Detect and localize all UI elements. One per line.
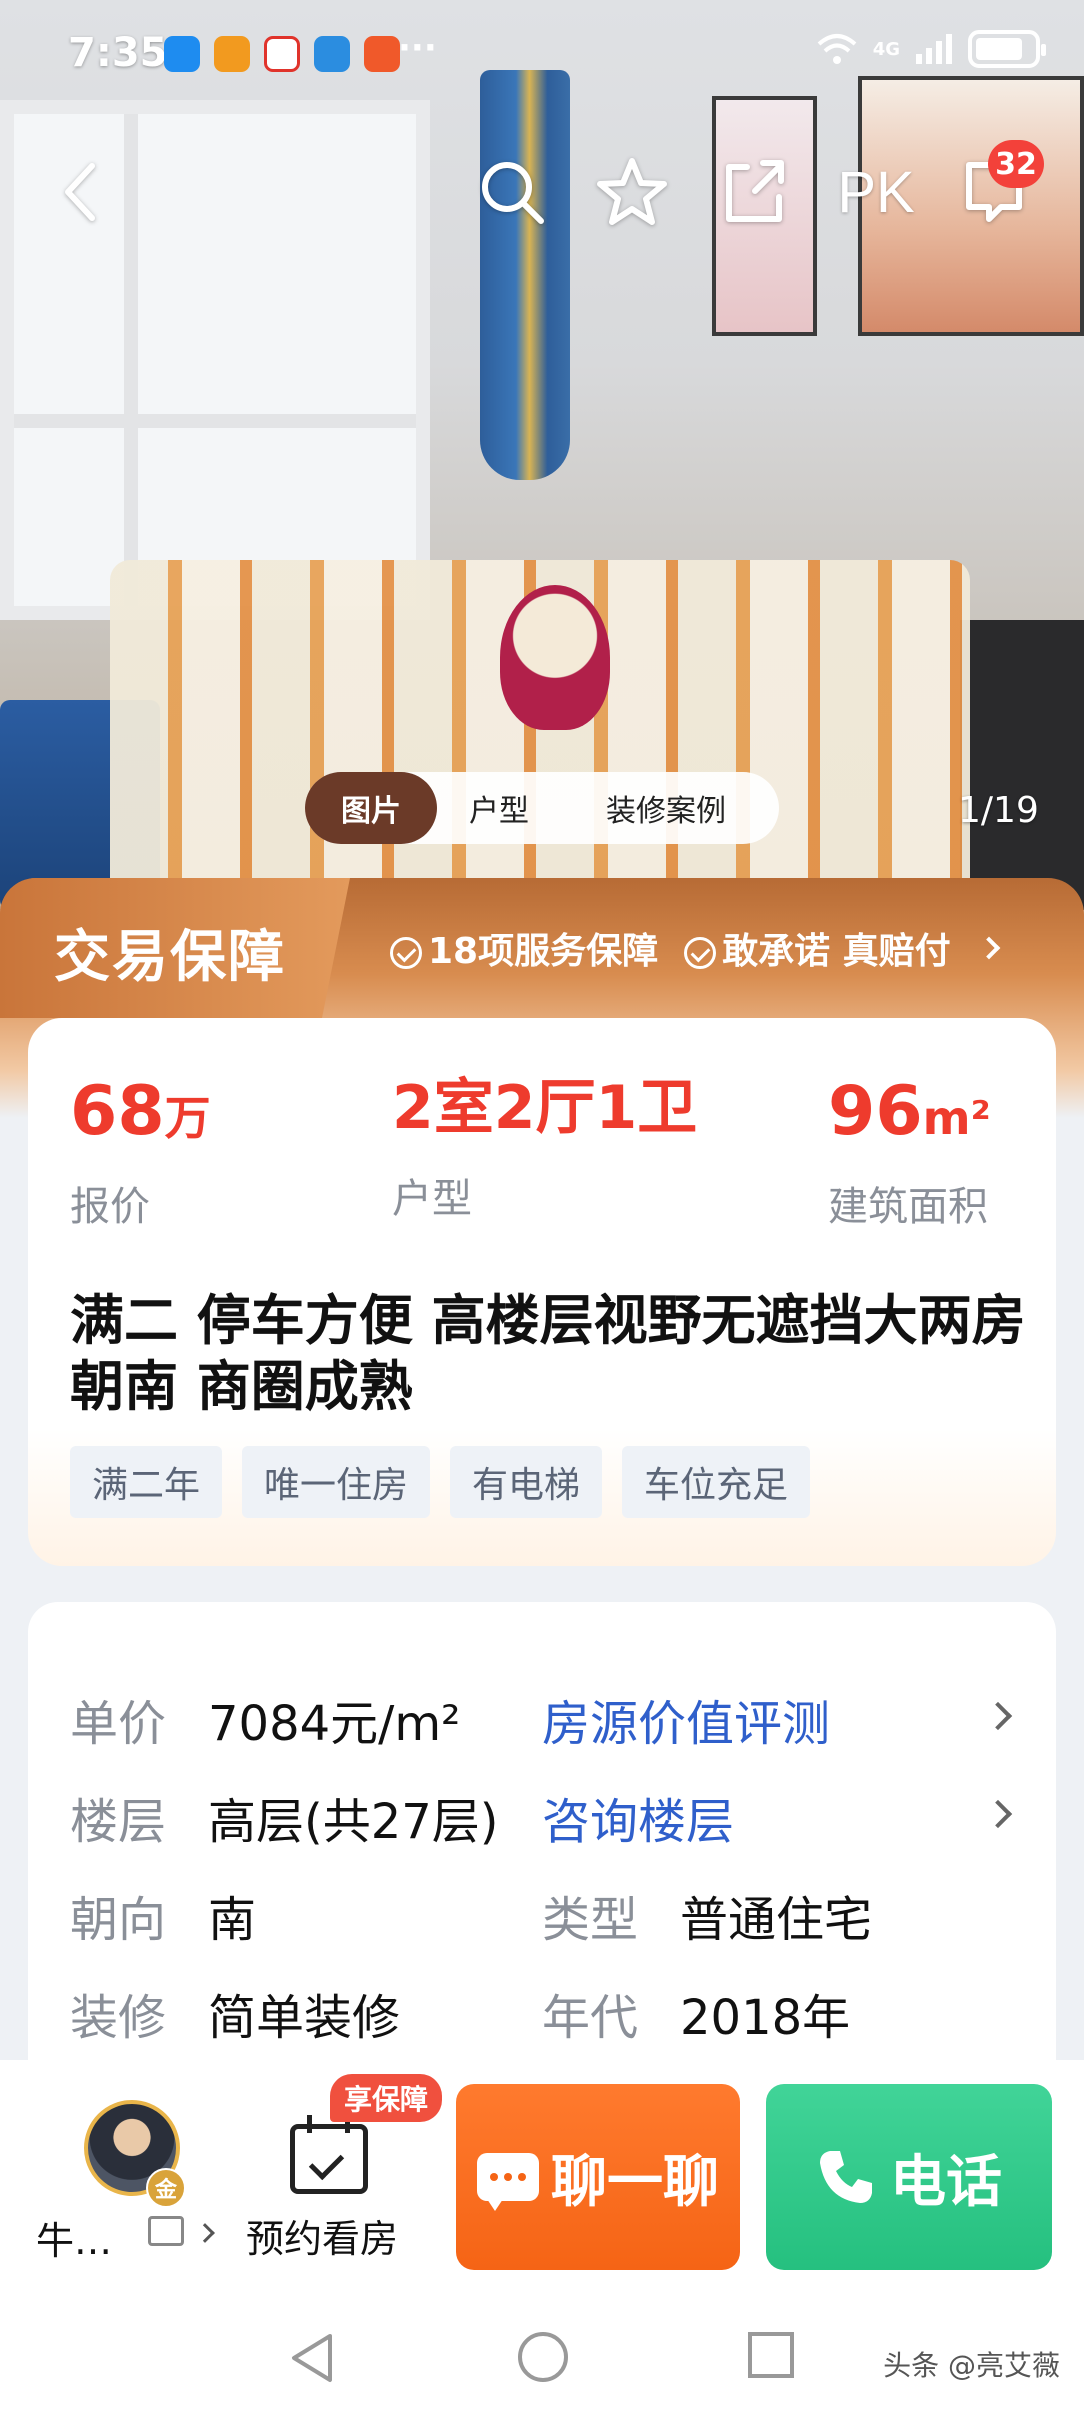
unit-price-value: 7084元/m²: [208, 1696, 461, 1752]
compare-button[interactable]: PK: [826, 150, 926, 234]
favorite-button[interactable]: [590, 150, 674, 234]
star-icon: [597, 158, 667, 225]
nav-home-icon[interactable]: [516, 2330, 570, 2384]
watermark: 头条 @亮艾薇: [883, 2349, 1060, 2382]
back-button[interactable]: [40, 150, 120, 234]
listing-tags: 满二年 唯一住房 有电梯 车位充足: [70, 1446, 811, 1518]
more-notifications-icon: ···: [398, 28, 437, 68]
chevron-right-icon[interactable]: [195, 2223, 215, 2243]
network-type: 4G: [872, 38, 900, 60]
year-value: 2018年: [680, 1990, 851, 2046]
ask-floor-link[interactable]: 咨询楼层: [542, 1782, 734, 1852]
back-icon: [65, 163, 95, 221]
chevron-right-icon: [977, 936, 1000, 960]
nav-recents-icon[interactable]: [746, 2330, 796, 2380]
top-nav: PK: [0, 150, 1084, 234]
price-stat: 68万 报价: [70, 1078, 211, 1232]
layout-stat: 2室2厅1卫 户型: [392, 1078, 697, 1224]
tag: 满二年: [70, 1446, 223, 1518]
guarantee-item: 敢承诺 真赔付: [684, 922, 951, 974]
orientation-label: 朝向: [70, 1892, 167, 1948]
guarantee-badge: 享保障: [330, 2074, 443, 2122]
guarantee-items: 18项服务保障 敢承诺 真赔付: [390, 922, 1000, 974]
photo-curtain: [480, 70, 570, 480]
photo-teddy-bear: [500, 585, 610, 730]
price-label: 报价: [70, 1184, 150, 1230]
layout-value: 2室2厅1卫: [392, 1073, 698, 1143]
floor-value: 高层(共27层): [208, 1794, 499, 1850]
photo-tabs: 图片 户型 装修案例: [305, 772, 779, 844]
status-bar: 7:35 ··· 4G: [0, 0, 1084, 110]
browser-icon: [314, 36, 350, 72]
area-stat: 96m² 建筑面积: [828, 1078, 991, 1232]
phone-icon: [820, 2151, 872, 2203]
unit-price-label: 单价: [70, 1696, 167, 1752]
type-value: 普通住宅: [680, 1892, 873, 1948]
type-label: 类型: [542, 1892, 639, 1948]
wifi-icon: [817, 34, 857, 64]
orientation-row: 朝向 南 类型 普通住宅: [70, 1880, 872, 1950]
signal-icon: [916, 34, 952, 64]
photo-cabinet: [960, 620, 1084, 910]
tab-decoration-cases[interactable]: 装修案例: [561, 772, 771, 844]
area-label: 建筑面积: [828, 1184, 988, 1230]
check-circle-icon: [684, 937, 717, 969]
tag: 唯一住房: [242, 1446, 431, 1518]
guarantee-item-label: 18项服务保障: [428, 931, 659, 972]
decoration-value: 简单装修: [208, 1990, 401, 2046]
floor-label: 楼层: [70, 1794, 167, 1850]
business-card-icon[interactable]: [148, 2216, 184, 2246]
photo-counter: 1/19: [958, 790, 1039, 831]
phone-button[interactable]: 电话: [766, 2084, 1052, 2270]
guarantee-item: 18项服务保障: [390, 922, 658, 974]
listing-title: 满二 停车方便 高楼层视野无遮挡大两房 朝南 商圈成熟: [70, 1289, 1026, 1418]
check-circle-icon: [390, 937, 422, 969]
value-assessment-link[interactable]: 房源价值评测: [542, 1684, 830, 1754]
guarantee-title: 交易保障: [54, 925, 286, 990]
system-nav-bar: 头条 @亮艾薇: [0, 2300, 1084, 2412]
play-icon: [214, 36, 250, 72]
floor-row: 楼层 高层(共27层) 咨询楼层: [70, 1782, 734, 1852]
compare-label: PK: [837, 159, 915, 225]
summary-card: 68万 报价 2室2厅1卫 户型 96m² 建筑面积 满二 停车方便 高楼层视野…: [28, 1018, 1056, 1566]
year-label: 年代: [542, 1990, 639, 2046]
chevron-right-icon[interactable]: [983, 1799, 1013, 1829]
message-icon: [164, 36, 200, 72]
decoration-row: 装修 简单装修 年代 2018年: [70, 1978, 850, 2048]
orientation-value: 南: [208, 1892, 257, 1948]
status-right: 4G: [815, 30, 1046, 68]
nav-back-icon[interactable]: [286, 2330, 338, 2386]
chat-label: 聊一聊: [551, 2149, 719, 2215]
schedule-viewing-label[interactable]: 预约看房: [246, 2208, 398, 2263]
tag: 车位充足: [622, 1446, 811, 1518]
bottom-action-bar: 金 牛… 享保障 预约看房 聊一聊 电话: [0, 2060, 1084, 2300]
battery-icon: [968, 30, 1046, 68]
price-value: 68万: [70, 1072, 211, 1151]
share-button[interactable]: [712, 150, 796, 234]
search-button[interactable]: [470, 150, 554, 234]
share-icon: [726, 160, 784, 222]
tag: 有电梯: [450, 1446, 603, 1518]
chat-bubble-icon: [477, 2153, 539, 2211]
guarantee-item-label: 敢承诺 真赔付: [722, 931, 951, 972]
chat-button[interactable]: 聊一聊: [456, 2084, 740, 2270]
layout-label: 户型: [392, 1176, 472, 1222]
search-icon: [482, 162, 544, 224]
status-time: 7:35: [68, 30, 168, 76]
calendar-check-icon: [290, 2115, 368, 2194]
message-count-badge: 32: [988, 140, 1044, 188]
detail-card: 单价 7084元/m² 房源价值评测 楼层 高层(共27层) 咨询楼层 朝向 南…: [28, 1602, 1056, 2102]
chevron-right-icon[interactable]: [983, 1701, 1013, 1731]
decoration-label: 装修: [70, 1990, 167, 2046]
tab-photos[interactable]: 图片: [305, 772, 437, 844]
app-icon: [364, 36, 400, 72]
phone-label: 电话: [890, 2149, 1002, 2215]
weibo-icon: [264, 36, 300, 72]
notification-icons: [164, 36, 400, 72]
tab-floor-plan[interactable]: 户型: [437, 772, 561, 844]
unit-price-row: 单价 7084元/m² 房源价值评测: [70, 1684, 830, 1754]
agent-name[interactable]: 牛…: [36, 2210, 112, 2265]
area-value: 96m²: [828, 1072, 991, 1151]
gold-agent-badge: 金: [146, 2168, 186, 2208]
